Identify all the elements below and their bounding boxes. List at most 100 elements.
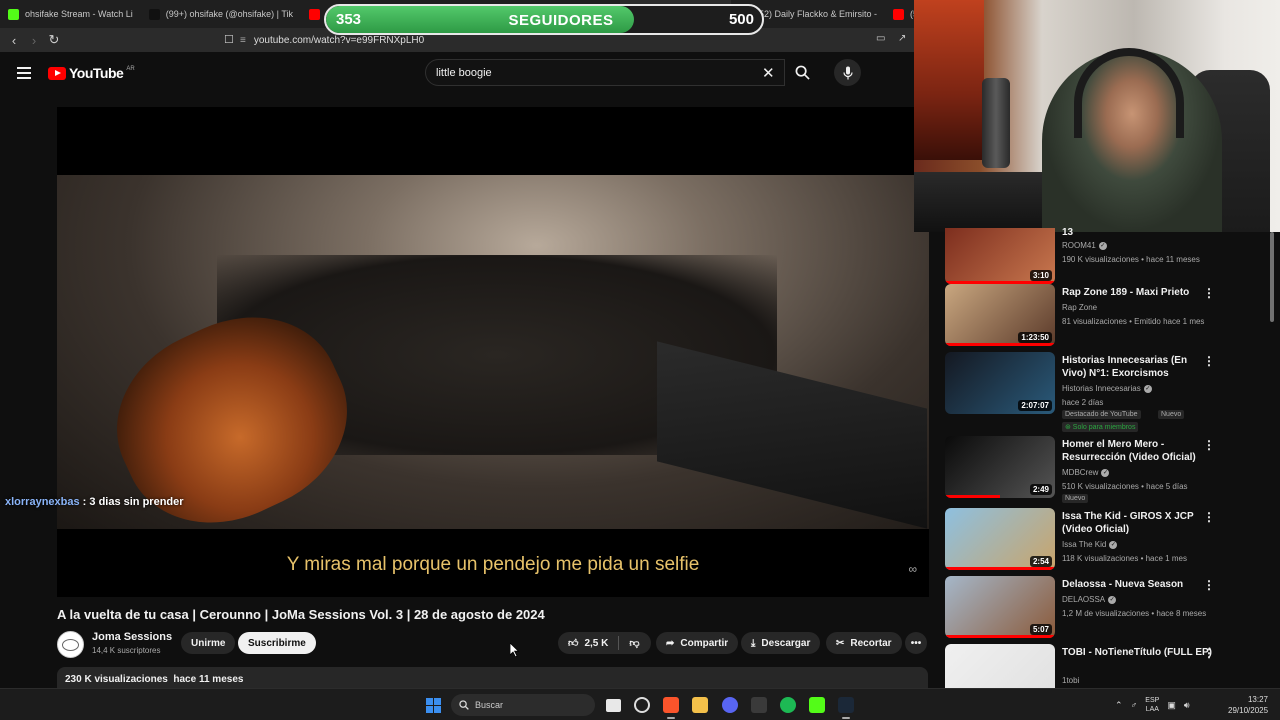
video-duration: 2:49	[1029, 484, 1052, 495]
file-explorer-icon[interactable]	[692, 697, 708, 713]
video-player[interactable]: Y miras mal porque un pendejo me pida un…	[57, 107, 929, 597]
download-button[interactable]: ⤓ Descargar	[741, 632, 821, 654]
discord-icon[interactable]	[722, 697, 738, 713]
recommendation-thumbnail[interactable]: 2:54	[945, 508, 1055, 570]
recommendation-thumbnail[interactable]: 5:07	[945, 576, 1055, 638]
video-title: A la vuelta de tu casa | Cerounno | JoMa…	[57, 607, 545, 622]
tab-label: (52) Daily Flackko & Emirsito -	[755, 9, 877, 19]
recommendation-thumbnail[interactable]: 2:49	[945, 436, 1055, 498]
app-icon[interactable]	[751, 697, 767, 713]
url-text: youtube.com/watch?v=e99FRNXpLH0	[253, 34, 425, 46]
tab-favicon-icon	[8, 8, 19, 20]
subscribe-button[interactable]: Suscribirme	[238, 632, 316, 654]
recommendation-title[interactable]: Delaossa - Nueva Season	[1062, 578, 1212, 591]
network-icon[interactable]: ▣	[1167, 700, 1176, 711]
steam-icon[interactable]	[838, 697, 854, 719]
recommendation-thumbnail[interactable]: 2:07:07	[945, 352, 1055, 414]
video-duration: 2:07:07	[1018, 400, 1052, 411]
more-options-icon[interactable]: ⋮	[1203, 438, 1215, 452]
channel-name-text: 1tobi	[1062, 676, 1080, 685]
recommendation-title[interactable]: Issa The Kid - GIROS X JCP (Video Oficia…	[1062, 510, 1212, 536]
recommendation-stats: 81 visualizaciones • Emitido hace 1 mes	[1062, 317, 1205, 326]
channel-name-text: Rap Zone	[1062, 303, 1098, 312]
like-count[interactable]: 2,5 K	[584, 638, 608, 649]
recommendation-channel[interactable]: ROOM41 ✓	[1062, 239, 1107, 252]
recommendation-channel[interactable]: DELAOSSA ✓	[1062, 593, 1117, 606]
recommendation-title[interactable]: Rap Zone 189 - Maxi Prieto	[1062, 286, 1212, 299]
members-only-badge: ⊛ Solo para miembros	[1062, 422, 1139, 432]
recommendation-title[interactable]: 13	[1062, 228, 1212, 239]
channel-name-text: MDBCrew	[1062, 468, 1099, 477]
verified-check-icon: ✓	[1109, 540, 1118, 549]
video-stats: 230 K visualizaciones hace 11 meses	[65, 674, 244, 685]
recommendation-title[interactable]: Homer el Mero Mero - Resurrección (Video…	[1062, 438, 1212, 464]
like-dislike-group: 👍︎ 2,5 K 👎︎	[558, 632, 651, 654]
volume-icon[interactable]: 🔊︎	[1184, 700, 1190, 711]
video-subtitle: Y miras mal porque un pendejo me pida un…	[286, 554, 700, 575]
channel-avatar[interactable]	[57, 631, 84, 658]
site-info-icon[interactable]: ≡	[240, 35, 246, 46]
recommendation-title[interactable]: Historias Innecesarias (En Vivo) N°1: Ex…	[1062, 354, 1212, 380]
search-box[interactable]	[425, 59, 785, 86]
recommendation-thumbnail[interactable]: 1:23:50	[945, 284, 1055, 346]
like-icon[interactable]: 👍︎	[568, 637, 578, 649]
clip-button[interactable]: ✂ Recortar	[826, 632, 902, 654]
recommendation-channel[interactable]: 1tobi	[1062, 674, 1079, 687]
windows-start-icon[interactable]	[426, 698, 441, 713]
browser-tab[interactable]: (99+) ohsifake (@ohsifake) | Tik	[141, 0, 301, 28]
search-icon[interactable]	[787, 59, 817, 86]
chat-text: : 3 dias sin prender	[82, 496, 184, 508]
channel-name[interactable]: Joma Sessions	[92, 631, 172, 643]
settings-gear-icon[interactable]	[634, 697, 650, 713]
kick-icon[interactable]	[809, 697, 825, 713]
task-view-icon[interactable]	[606, 699, 621, 712]
tray-chevron-icon[interactable]: ⌃	[1115, 700, 1123, 711]
taskbar-search[interactable]: Buscar	[451, 694, 595, 716]
more-options-icon[interactable]: ⋮	[1203, 578, 1215, 592]
youtube-logo[interactable]: YouTube AR	[48, 65, 135, 81]
forward-icon[interactable]: ›	[24, 30, 44, 50]
cast-icon[interactable]: ▭	[876, 33, 885, 44]
more-options-icon[interactable]: ⋮	[1203, 354, 1215, 368]
share-button[interactable]: ➦ Compartir	[656, 632, 739, 654]
sidebar-scrollbar[interactable]	[1270, 232, 1274, 322]
video-frame[interactable]	[57, 175, 929, 555]
join-button[interactable]: Unirme	[181, 632, 236, 654]
recommendation-channel[interactable]: MDBCrew ✓	[1062, 466, 1110, 479]
recommendation-title[interactable]: TOBI - NoTieneTítulo (FULL EP)	[1062, 646, 1212, 659]
share-icon: ➦	[666, 637, 675, 649]
recommendation-stats: 1,2 M de visualizaciones • hace 8 meses	[1062, 609, 1207, 618]
bookmark-icon[interactable]: ☐	[224, 33, 234, 46]
browser-tab[interactable]: ohsifake Stream - Watch Li	[0, 0, 141, 28]
back-icon[interactable]: ‹	[4, 30, 24, 50]
ambient-mode-icon[interactable]: ∞	[908, 562, 917, 576]
tab-favicon-icon	[892, 8, 904, 20]
clear-search-icon[interactable]: ✕	[762, 64, 775, 82]
browser-tab[interactable]: (52) DEN	[885, 0, 915, 28]
more-actions-button[interactable]: •••	[905, 632, 927, 654]
brave-browser-icon[interactable]	[663, 697, 679, 719]
download-icon: ⤓	[751, 637, 756, 649]
tab-favicon-icon	[148, 8, 160, 20]
recommendation-channel[interactable]: Historias Innecesarias ✓	[1062, 382, 1152, 395]
hamburger-menu-icon[interactable]	[17, 67, 31, 79]
taskbar-clock[interactable]: 13:27 29/10/2025	[1228, 694, 1268, 716]
recommendation-channel[interactable]: Rap Zone	[1062, 301, 1097, 314]
spotify-icon[interactable]	[780, 697, 796, 713]
language-indicator[interactable]: ESP LAA	[1145, 696, 1159, 714]
more-options-icon[interactable]: ⋮	[1203, 646, 1215, 660]
recommendation-thumbnail[interactable]: no tiene	[945, 644, 1055, 690]
microphone-tray-icon[interactable]: ♂	[1131, 700, 1138, 710]
search-input[interactable]	[436, 66, 756, 79]
reload-icon[interactable]: ↻	[44, 30, 64, 50]
microphone-icon[interactable]	[834, 59, 861, 86]
dislike-icon[interactable]: 👎︎	[629, 637, 639, 649]
recommendation-channel[interactable]: Issa The Kid ✓	[1062, 538, 1118, 551]
recommendation-thumbnail[interactable]: 3:10	[945, 228, 1055, 284]
more-options-icon[interactable]: ⋮	[1203, 510, 1215, 524]
chat-message: xlorraynexbas : 3 dias sin prender	[5, 496, 184, 508]
share-page-icon[interactable]: ↗	[898, 33, 906, 44]
webcam-thermos	[982, 78, 1010, 168]
more-options-icon[interactable]: ⋮	[1203, 286, 1215, 300]
follower-goal-bar: 353 SEGUIDORES 500	[324, 4, 764, 35]
